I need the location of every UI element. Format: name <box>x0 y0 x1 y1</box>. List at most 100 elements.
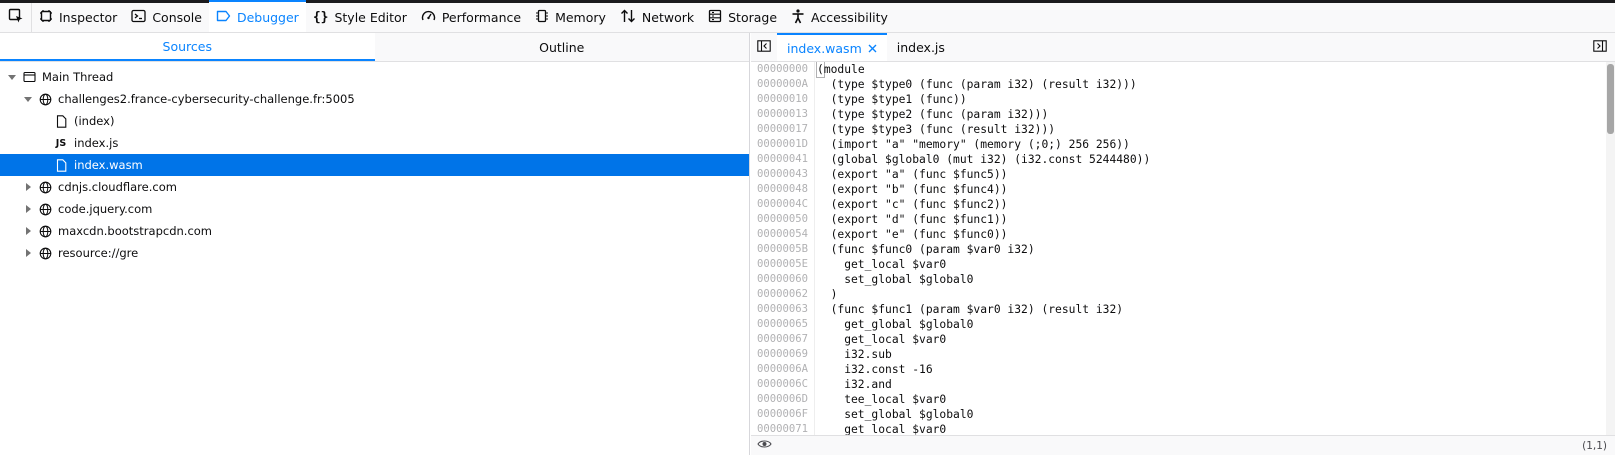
network-icon <box>620 9 636 26</box>
globe-icon <box>38 224 52 238</box>
tree-item-label: maxcdn.bootstrapcdn.com <box>58 224 213 238</box>
line-address: 0000000A <box>757 78 809 90</box>
code-line[interactable]: get_local $var0 <box>817 422 1605 435</box>
tab-label: Memory <box>555 10 606 25</box>
editor-tab-label: index.js <box>896 39 945 55</box>
line-address: 0000001D <box>757 138 809 150</box>
tab-performance[interactable]: Performance <box>414 3 528 32</box>
tree-item-file-selected[interactable]: index.wasm <box>0 154 749 176</box>
line-address: 00000062 <box>757 288 809 300</box>
tab-label: Storage <box>728 10 778 25</box>
code-line[interactable]: (export "a" (func $func5)) <box>817 167 1605 182</box>
code-line[interactable]: i32.sub <box>817 347 1605 362</box>
tab-accessibility[interactable]: Accessibility <box>784 3 895 32</box>
line-address: 00000048 <box>757 183 809 195</box>
tab-label: Inspector <box>59 10 118 25</box>
toggle-debugger-sidebar-button[interactable] <box>1589 33 1611 62</box>
code-line[interactable]: (type $type2 (func (param i32))) <box>817 107 1605 122</box>
editor-tab-index-wasm[interactable]: index.wasm <box>777 33 887 61</box>
tab-console[interactable]: Console <box>124 3 209 32</box>
collapsed-arrow-icon[interactable] <box>22 181 34 193</box>
line-address: 0000006F <box>757 408 809 420</box>
globe-icon <box>38 202 52 216</box>
scrollbar-thumb[interactable] <box>1607 64 1614 134</box>
code-line[interactable]: get_local $var0 <box>817 332 1605 347</box>
tree-item-main-thread[interactable]: Main Thread <box>0 66 749 88</box>
tab-sources[interactable]: Sources <box>0 33 375 61</box>
code-editor[interactable]: 00000000 0000000A 00000010 00000013 00000017… <box>751 62 1615 435</box>
code-content[interactable]: (module (type $type0 (func (param i32) (… <box>816 62 1605 435</box>
tab-label: Debugger <box>236 10 299 25</box>
tree-item-label: (index) <box>74 114 115 128</box>
eye-icon[interactable] <box>757 439 772 452</box>
code-line[interactable]: (module <box>816 62 1605 78</box>
line-address: 00000050 <box>757 213 809 225</box>
tree-item-label: index.js <box>74 136 119 150</box>
globe-icon <box>38 180 52 194</box>
collapsed-arrow-icon[interactable] <box>22 247 34 259</box>
performance-icon <box>421 9 436 26</box>
expanded-arrow-icon[interactable] <box>22 93 34 105</box>
code-line[interactable]: (func $func1 (param $var0 i32) (result i… <box>817 302 1605 317</box>
code-line[interactable]: ) <box>817 287 1605 302</box>
line-address: 00000069 <box>757 348 809 360</box>
element-picker-button[interactable] <box>0 3 32 32</box>
code-line[interactable]: (type $type1 (func)) <box>817 92 1605 107</box>
code-line[interactable]: (export "d" (func $func1)) <box>817 212 1605 227</box>
tree-item-label: cdnjs.cloudflare.com <box>58 180 177 194</box>
sidebar-collapse-icon <box>757 39 771 55</box>
line-address: 00000013 <box>757 108 809 120</box>
devtools-toolbar: Inspector Console Debugger {} Style Edit… <box>0 0 1615 33</box>
tree-item-file[interactable]: (index) <box>0 110 749 132</box>
vertical-scrollbar[interactable] <box>1606 62 1615 435</box>
code-line[interactable]: (func $func0 (param $var0 i32) <box>817 242 1605 257</box>
tree-item-file[interactable]: JS index.js <box>0 132 749 154</box>
tree-item-domain[interactable]: code.jquery.com <box>0 198 749 220</box>
code-line[interactable]: (export "c" (func $func2)) <box>817 197 1605 212</box>
tree-item-domain[interactable]: cdnjs.cloudflare.com <box>0 176 749 198</box>
tree-item-domain[interactable]: resource://gre <box>0 242 749 264</box>
code-line[interactable]: (type $type3 (func (result i32))) <box>817 122 1605 137</box>
tree-item-domain[interactable]: challenges2.france-cybersecurity-challen… <box>0 88 749 110</box>
collapsed-arrow-icon[interactable] <box>22 225 34 237</box>
code-line[interactable]: tee_local $var0 <box>817 392 1605 407</box>
code-line[interactable]: (type $type0 (func (param i32) (result i… <box>817 77 1605 92</box>
code-line[interactable]: set_global $global0 <box>817 272 1605 287</box>
code-line[interactable]: get_local $var0 <box>817 257 1605 272</box>
code-line[interactable]: (global $global0 (mut i32) (i32.const 52… <box>817 152 1605 167</box>
line-address-gutter[interactable]: 00000000 0000000A 00000010 00000013 00000017… <box>751 62 815 435</box>
tree-item-label: index.wasm <box>74 158 143 172</box>
tab-inspector[interactable]: Inspector <box>32 3 124 32</box>
code-line[interactable]: (import "a" "memory" (memory (;0;) 256 2… <box>817 137 1605 152</box>
line-address: 0000004C <box>757 198 809 210</box>
tree-item-label: Main Thread <box>42 70 114 84</box>
tab-network[interactable]: Network <box>613 3 701 32</box>
tree-item-domain[interactable]: maxcdn.bootstrapcdn.com <box>0 220 749 242</box>
toggle-sources-panel-button[interactable] <box>751 33 777 61</box>
tree-item-label: challenges2.france-cybersecurity-challen… <box>58 92 355 106</box>
tab-memory[interactable]: Memory <box>528 3 613 32</box>
line-address: 00000043 <box>757 168 809 180</box>
editor-tabs: index.wasm index.js <box>751 33 1615 62</box>
line-address: 0000006A <box>757 363 809 375</box>
tab-outline[interactable]: Outline <box>375 33 750 61</box>
tab-style-editor[interactable]: {} Style Editor <box>306 3 414 32</box>
debugger-icon <box>216 9 231 26</box>
code-line[interactable]: (export "e" (func $func0)) <box>817 227 1605 242</box>
tab-storage[interactable]: Storage <box>701 3 784 32</box>
tab-debugger[interactable]: Debugger <box>208 0 306 32</box>
tree-item-label: code.jquery.com <box>58 202 153 216</box>
code-line[interactable]: get_global $global0 <box>817 317 1605 332</box>
collapsed-arrow-icon[interactable] <box>22 203 34 215</box>
editor-tab-index-js[interactable]: index.js <box>887 33 955 61</box>
inspector-icon <box>39 9 53 26</box>
line-address: 00000071 <box>757 423 809 435</box>
code-line[interactable]: i32.const -16 <box>817 362 1605 377</box>
expanded-arrow-icon[interactable] <box>6 71 18 83</box>
cursor-position: (1,1) <box>1582 439 1607 452</box>
close-icon[interactable] <box>868 41 877 56</box>
line-address: 00000060 <box>757 273 809 285</box>
code-line[interactable]: (export "b" (func $func4)) <box>817 182 1605 197</box>
code-line[interactable]: set_global $global0 <box>817 407 1605 422</box>
code-line[interactable]: i32.and <box>817 377 1605 392</box>
